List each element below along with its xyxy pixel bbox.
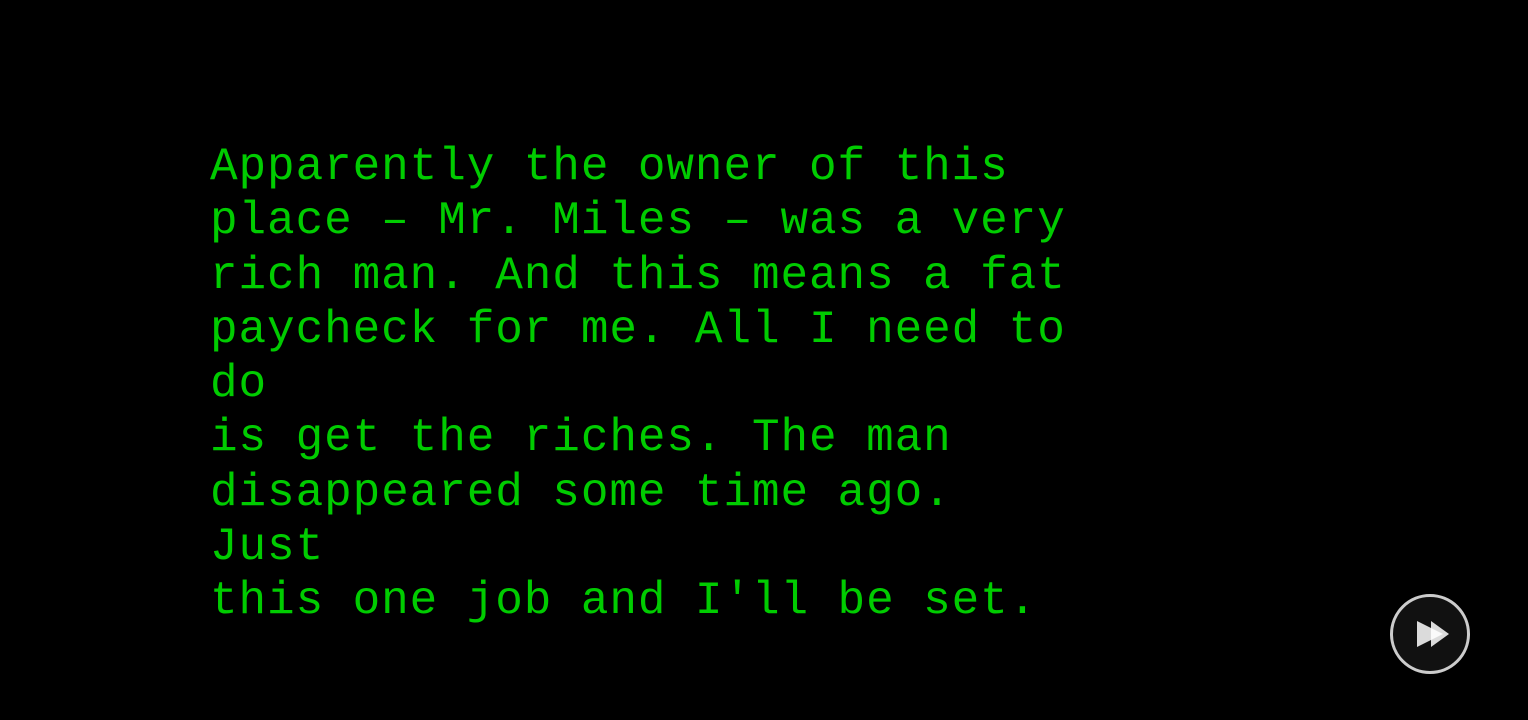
dialogue-text: Apparently the owner of this place – Mr.… xyxy=(210,140,1080,628)
game-screen: Apparently the owner of this place – Mr.… xyxy=(0,0,1528,720)
next-button[interactable] xyxy=(1390,594,1470,674)
dialogue-content: Apparently the owner of this place – Mr.… xyxy=(210,141,1066,627)
next-arrow-icon xyxy=(1411,615,1449,653)
